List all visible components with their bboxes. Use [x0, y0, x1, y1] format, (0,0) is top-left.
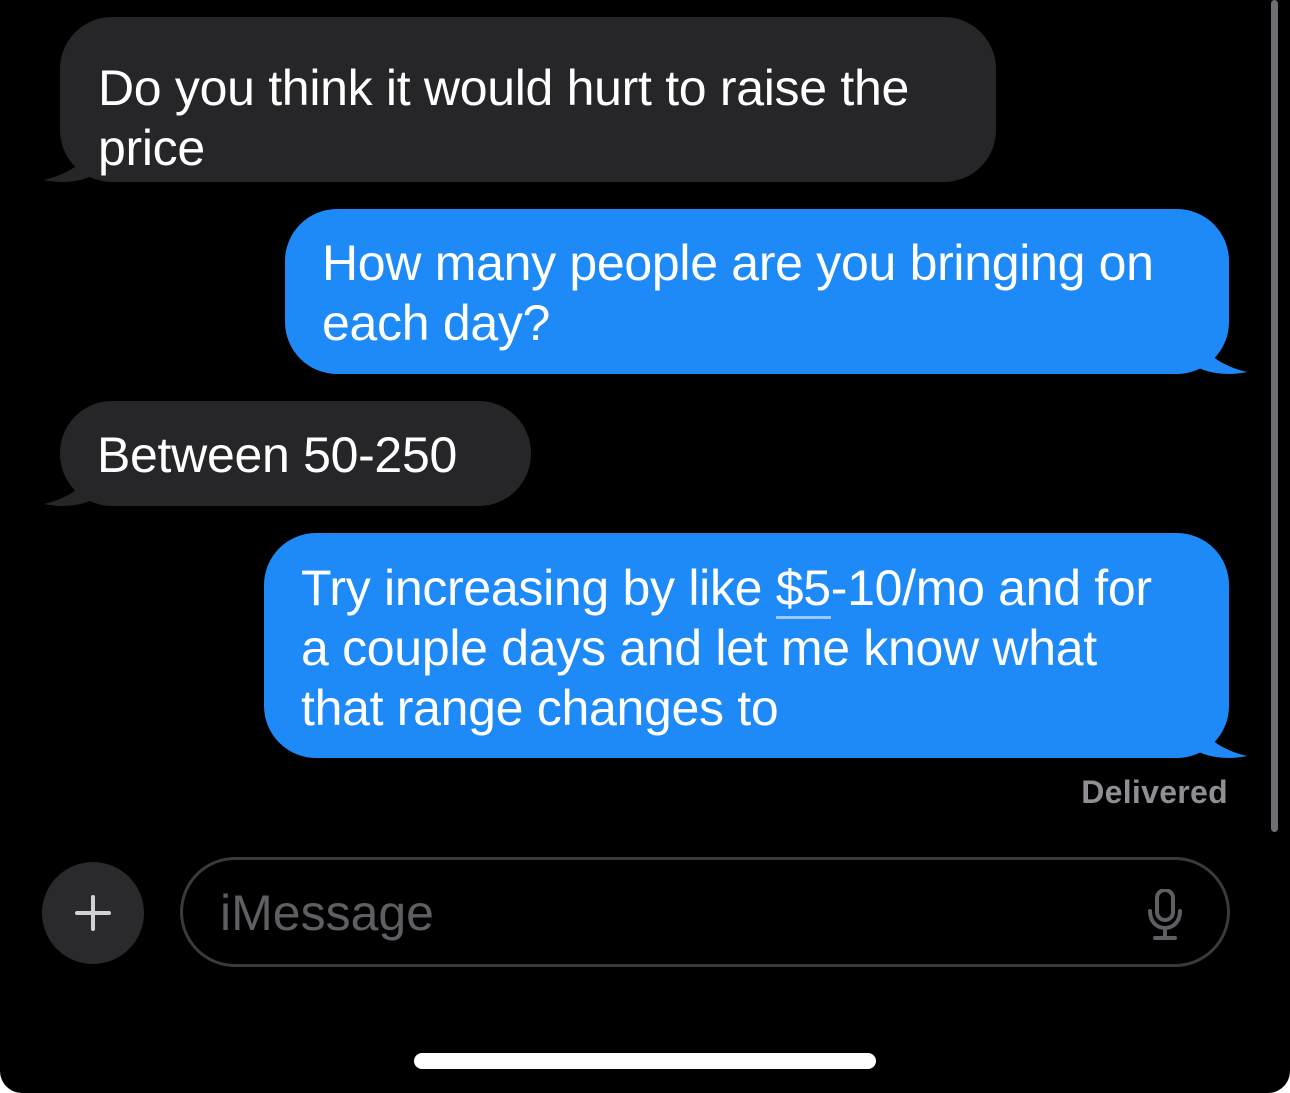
message-text-segment: Try increasing by like [301, 560, 776, 616]
home-indicator[interactable] [414, 1053, 876, 1069]
price-data-detector-link[interactable]: $5 [775, 560, 831, 619]
microphone-icon[interactable] [1145, 889, 1185, 941]
message-text-line: How many people are you bringing on [322, 235, 1154, 291]
message-text-line: each day? [322, 295, 551, 351]
message-bubble-received[interactable]: Do you think it would hurt to raise the … [60, 17, 996, 182]
message-text-line: Between 50-250 [97, 427, 457, 483]
plus-icon [75, 895, 111, 931]
message-bubble-sent[interactable]: How many people are you bringing on each… [285, 209, 1229, 374]
delivery-status: Delivered [1081, 774, 1228, 810]
message-input-field[interactable] [180, 857, 1230, 967]
message-bubble-received[interactable]: Between 50-250 [60, 401, 531, 506]
scrollbar[interactable] [1271, 0, 1278, 832]
messages-screen: Do you think it would hurt to raise the … [0, 0, 1290, 1093]
message-text-line: that range changes to [301, 680, 779, 736]
message-text-line: price [98, 120, 205, 176]
message-input[interactable] [220, 878, 1100, 948]
message-bubble-sent[interactable]: Try increasing by like $5-10/mo and for … [264, 533, 1229, 758]
message-text-line: Do you think it would hurt to raise the [98, 60, 909, 116]
message-text-segment: -10/mo and for [830, 560, 1152, 616]
add-attachment-button[interactable] [42, 862, 144, 964]
message-text-line: a couple days and let me know what [301, 620, 1097, 676]
message-text-line: Try increasing by like $5-10/mo and for [301, 558, 1229, 619]
